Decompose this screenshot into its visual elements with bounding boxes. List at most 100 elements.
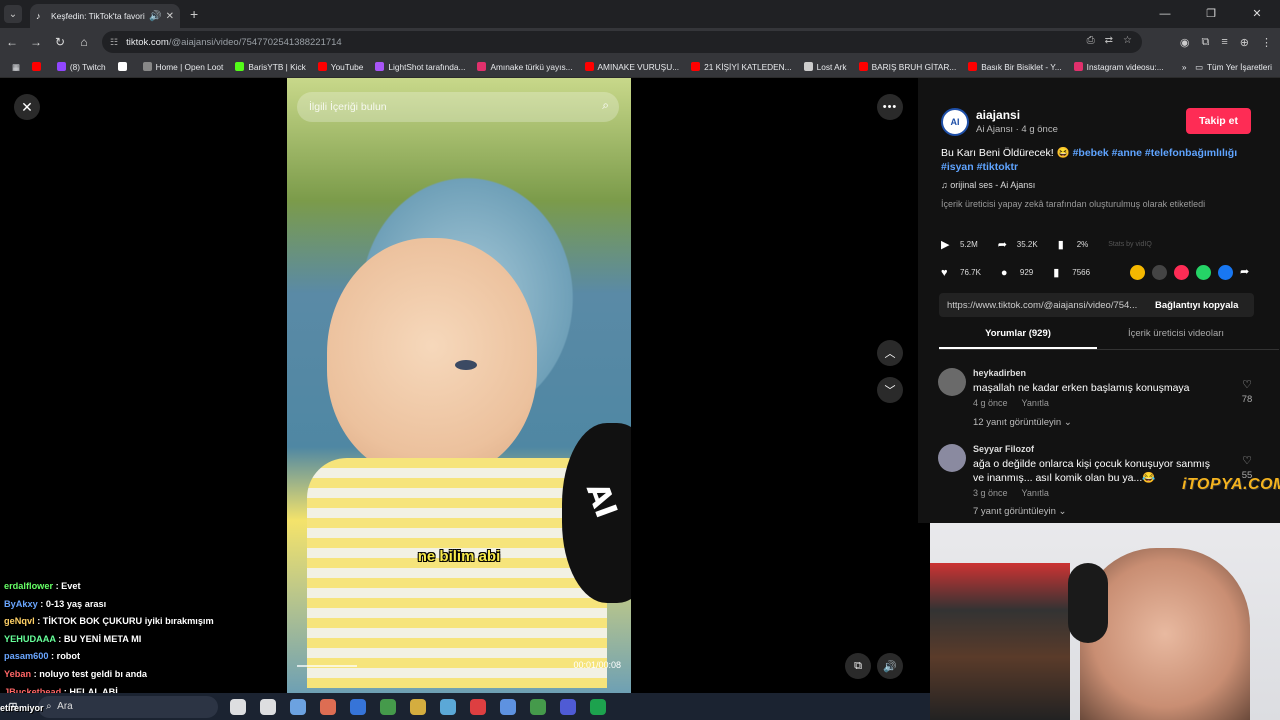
bookmark-item[interactable]: 21 KİŞİYİ KATLEDEN... [691,62,792,72]
install-icon[interactable]: ⎙ [1087,35,1095,46]
taskbar-app-icon[interactable] [230,698,246,715]
taskbar-app-icon[interactable] [530,698,546,715]
reload-icon[interactable]: ↻ [48,35,72,49]
window-controls: — ❐ ✕ [1142,0,1280,28]
bookmark-item[interactable]: YouTube [317,62,363,72]
menu-icon[interactable]: ⋮ [1261,36,1272,49]
comment-like-icon[interactable]: ♡ [1238,378,1256,391]
engagement-rate: 2% [1076,240,1089,249]
taskbar-app-icon[interactable] [380,698,396,715]
taskbar-app-icon[interactable] [350,698,366,715]
taskbar-app-icon[interactable] [470,698,486,715]
like-count-icon[interactable]: ♥ [941,267,955,279]
chat-text: : BU YENİ META MI [55,633,142,644]
forward-icon[interactable]: → [24,35,48,49]
commenter-avatar[interactable] [938,368,966,396]
taskbar-app-icon[interactable] [290,698,306,715]
comment-count-icon[interactable]: ● [1001,267,1015,279]
volume-icon[interactable]: 🔊 [877,653,903,679]
copy-link-button[interactable]: Bağlantıyı kopyala [1155,300,1238,311]
bookmark-item[interactable]: BARIŞ BRUH GİTAR... [858,62,956,72]
active-tab[interactable]: ♪ Keşfedin: TikTok'ta favori vid 🔊 ✕ [30,4,180,28]
reply-button[interactable]: Yanıtla [1022,398,1049,408]
taskbar-app-icon[interactable] [410,698,426,715]
media-icon[interactable]: ≡ [1221,36,1227,48]
share-option-icon[interactable] [1130,265,1145,280]
address-bar[interactable]: ☷ tiktok.com/@aiajansi/video/75477025413… [102,31,1142,53]
picture-in-picture-icon[interactable]: ⧉ [845,653,871,679]
bookmark-favicon-icon [1073,62,1083,71]
taskbar-app-icon[interactable] [500,698,516,715]
more-options-button[interactable]: ••• [877,94,903,120]
more-share-icon[interactable]: ➦ [1240,265,1255,280]
share-option-icon[interactable] [1174,265,1189,280]
all-bookmarks-button[interactable]: » ▭ Tüm Yer İşaretleri [1182,56,1272,78]
bookmark-item[interactable]: Basık Bir Bisiklet - Y... [968,62,1062,72]
home-icon[interactable]: ⌂ [72,35,96,49]
video-caption: ne bilim abi [417,548,501,565]
vidiq-stats-row: ▶ 5.2M ➦ 35.2K ▮ 2% Stats by vidIQ [941,238,1152,251]
view-replies-button[interactable]: 7 yanıt görüntüleyin ⌄ [973,506,1067,517]
bookmark-item[interactable]: Lost Ark [803,62,847,72]
commenter-name[interactable]: heykadirben [973,368,1026,378]
taskbar-app-icon[interactable] [260,698,276,715]
play-count-icon[interactable]: ▶ [941,238,955,251]
commenter-name[interactable]: Seyyar Filozof [973,444,1034,454]
previous-video-button[interactable]: ︿ [877,340,903,366]
bookmark-item[interactable]: LightShot tarafında... [375,62,465,72]
video-player[interactable]: AI İlgili İçeriği bulun ⌕ ne bilim abi 0… [287,78,631,693]
bookmark-item[interactable] [31,62,45,71]
back-icon[interactable]: ← [0,35,24,49]
share-option-icon[interactable] [1152,265,1167,280]
bookmark-star-icon[interactable]: ☆ [1123,35,1132,46]
taskbar-app-icon[interactable] [590,698,606,715]
bookmark-item[interactable] [117,62,131,71]
next-video-button[interactable]: ﹀ [877,377,903,403]
minimize-icon[interactable]: — [1142,0,1188,28]
taskbar-app-icon[interactable] [440,698,456,715]
video-url[interactable]: https://www.tiktok.com/@aiajansi/video/7… [939,300,1147,311]
search-icon[interactable]: ⌕ [602,98,609,113]
taskbar-app-icon[interactable] [320,698,336,715]
author-avatar[interactable]: AI [941,108,969,136]
comment-like-icon[interactable]: ♡ [1238,454,1256,467]
extension-icon[interactable]: ◉ [1180,36,1190,49]
profile-icon[interactable]: ⊕ [1240,36,1249,49]
taskbar-search[interactable]: ⌕ Ara [38,695,218,718]
bookmark-item[interactable]: Instagram videosu:... [1073,62,1164,72]
close-video-button[interactable]: ✕ [14,94,40,120]
restore-icon[interactable]: ❐ [1188,0,1234,28]
bookmark-item[interactable]: AMINAKE VURUŞU... [584,62,679,72]
puzzle-icon[interactable]: ⧉ [1202,36,1210,49]
reply-button[interactable]: Yanıtla [1022,488,1049,498]
follow-button[interactable]: Takip et [1186,108,1251,134]
speaker-icon[interactable]: 🔊 [149,11,161,22]
apps-grid-icon[interactable]: ▦ [12,62,20,72]
tab-comments[interactable]: Yorumlar (929) [939,328,1097,349]
translate-icon[interactable]: ⇄ [1105,35,1113,46]
bookmark-item[interactable]: (8) Twitch [56,62,106,72]
save-count-icon[interactable]: ▮ [1053,266,1067,279]
share-option-icon[interactable] [1218,265,1233,280]
video-progress-bar[interactable] [297,665,357,667]
view-replies-button[interactable]: 12 yanıt görüntüleyin ⌄ [973,417,1072,428]
new-tab-button[interactable]: + [190,6,198,22]
related-search-input[interactable]: İlgili İçeriği bulun ⌕ [297,92,619,122]
share-option-icon[interactable] [1196,265,1211,280]
music-link[interactable]: ♫ orijinal ses - Ai Ajansı [941,180,1035,190]
video-details-panel: AI aiajansi Ai Ajansı · 4 g önce Takip e… [918,78,1280,523]
bookmark-item[interactable]: Home | Open Loot [142,62,223,72]
tab-search-button[interactable]: ⌄ [4,5,22,23]
tab-creator-videos[interactable]: İçerik üreticisi videoları [1097,328,1255,349]
close-tab-icon[interactable]: ✕ [166,11,174,22]
site-info-icon[interactable]: ☷ [110,37,118,48]
chat-text: : robot [48,651,81,662]
commenter-avatar[interactable] [938,444,966,472]
bookmark-item[interactable]: Amınake türkü yayıs... [477,62,573,72]
close-window-icon[interactable]: ✕ [1234,0,1280,28]
engagement-rate-icon[interactable]: ▮ [1058,238,1072,251]
author-username[interactable]: aiajansi [976,108,1020,122]
bookmark-item[interactable]: BarisYTB | Kick [235,62,306,72]
taskbar-app-icon[interactable] [560,698,576,715]
share-count-icon[interactable]: ➦ [998,238,1012,251]
